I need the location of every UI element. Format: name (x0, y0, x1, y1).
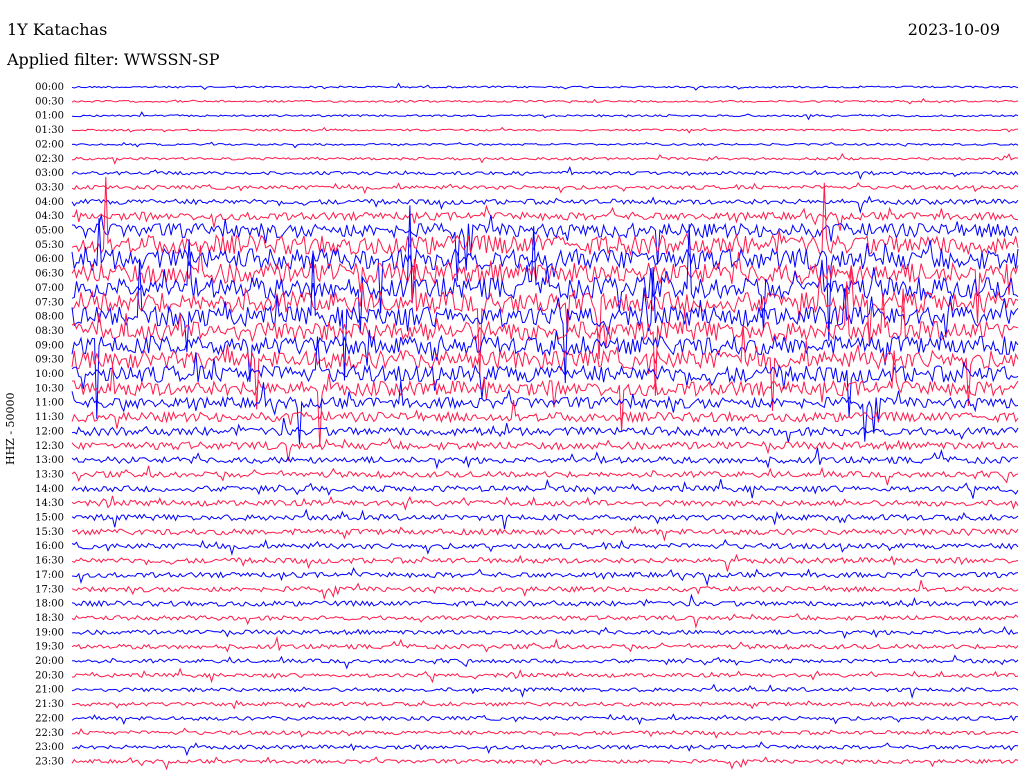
row-label-1900: 19:00 (35, 627, 64, 638)
row-label-0600: 06:00 (35, 254, 64, 265)
row-label-0630: 06:30 (35, 269, 64, 280)
row-label-0130: 01:30 (35, 125, 64, 136)
row-label-1700: 17:00 (35, 570, 64, 581)
trace-row-1300 (71, 447, 1019, 470)
row-label-0700: 07:00 (35, 283, 64, 294)
trace-row-1600 (71, 539, 1019, 556)
trace-row-1500 (71, 508, 1019, 529)
trace-row-1430 (71, 495, 1019, 511)
trace-row-0230 (71, 152, 1019, 165)
row-label-0300: 03:00 (35, 168, 64, 179)
row-label-0830: 08:30 (35, 326, 64, 337)
trace-row-2100 (71, 683, 1019, 700)
trace-row-1530 (71, 525, 1019, 542)
row-label-2330: 23:30 (35, 756, 64, 767)
row-label-0500: 05:00 (35, 226, 64, 237)
row-label-1030: 10:30 (35, 383, 64, 394)
trace-row-0430 (71, 204, 1019, 231)
trace-row-2300 (71, 741, 1019, 757)
trace-row-1630 (71, 553, 1019, 572)
row-label-2030: 20:30 (35, 670, 64, 681)
trace-row-0330 (71, 182, 1019, 195)
trace-row-2000 (72, 654, 1019, 670)
row-label-1000: 10:00 (35, 369, 64, 380)
row-label-1100: 11:00 (35, 398, 64, 409)
row-label-0400: 04:00 (35, 197, 64, 208)
row-label-2100: 21:00 (35, 685, 64, 696)
trace-row-2200 (71, 713, 1018, 726)
row-label-1930: 19:30 (35, 642, 64, 653)
row-label-2130: 21:30 (35, 699, 64, 710)
row-label-1800: 18:00 (35, 599, 64, 610)
row-label-2230: 22:30 (35, 728, 64, 739)
trace-row-2230 (71, 727, 1019, 739)
row-label-1500: 15:00 (35, 513, 64, 524)
trace-row-2030 (71, 667, 1019, 684)
trace-row-0030 (71, 97, 1019, 105)
row-label-0030: 00:30 (35, 96, 64, 107)
row-label-0800: 08:00 (35, 312, 64, 323)
trace-row-1730 (71, 580, 1019, 601)
row-label-1830: 18:30 (35, 613, 64, 624)
helicorder-plot: 1Y Katachas 2023-10-09 Applied filter: W… (0, 0, 1024, 780)
trace-row-1200 (71, 417, 1019, 443)
trace-row-1830 (71, 612, 1019, 629)
trace-row-2330 (71, 756, 1019, 771)
row-label-2200: 22:00 (35, 713, 64, 724)
trace-row-0130 (71, 126, 1018, 134)
trace-row-0200 (71, 141, 1019, 149)
row-label-0230: 02:30 (35, 154, 64, 165)
row-label-1430: 14:30 (35, 498, 64, 509)
row-label-1230: 12:30 (35, 441, 64, 452)
row-label-2000: 20:00 (35, 656, 64, 667)
row-label-0900: 09:00 (35, 340, 64, 351)
row-label-1300: 13:00 (35, 455, 64, 466)
row-label-1630: 16:30 (35, 556, 64, 567)
trace-row-1700 (71, 567, 1019, 587)
row-label-1400: 14:00 (35, 484, 64, 495)
trace-row-0400 (71, 195, 1019, 214)
trace-row-1900 (71, 626, 1019, 639)
row-label-0530: 05:30 (35, 240, 64, 251)
trace-row-1330 (71, 465, 1019, 486)
row-label-1200: 12:00 (35, 426, 64, 437)
trace-row-0000 (71, 82, 1019, 91)
row-label-0730: 07:30 (35, 297, 64, 308)
row-label-0430: 04:30 (35, 211, 64, 222)
trace-row-1930 (71, 635, 1019, 653)
row-label-1530: 15:30 (35, 527, 64, 538)
row-label-0100: 01:00 (35, 111, 64, 122)
trace-row-0300 (71, 165, 1019, 180)
row-label-2300: 23:00 (35, 742, 64, 753)
row-label-1330: 13:30 (35, 469, 64, 480)
row-label-1600: 16:00 (35, 541, 64, 552)
row-label-1730: 17:30 (35, 584, 64, 595)
row-label-0930: 09:30 (35, 355, 64, 366)
seismogram-traces: 00:00 00:30 01:00 01:30 02:00 02:30 03:00 03:30… (35, 82, 1019, 771)
row-label-0000: 00:00 (35, 82, 64, 93)
trace-row-2130 (71, 699, 1019, 710)
row-label-0200: 02:00 (35, 139, 64, 150)
trace-row-1800 (71, 593, 1019, 608)
row-label-1130: 11:30 (35, 412, 64, 423)
trace-row-1400 (71, 478, 1019, 499)
row-label-0330: 03:30 (35, 182, 64, 193)
trace-row-0100 (71, 111, 1019, 121)
